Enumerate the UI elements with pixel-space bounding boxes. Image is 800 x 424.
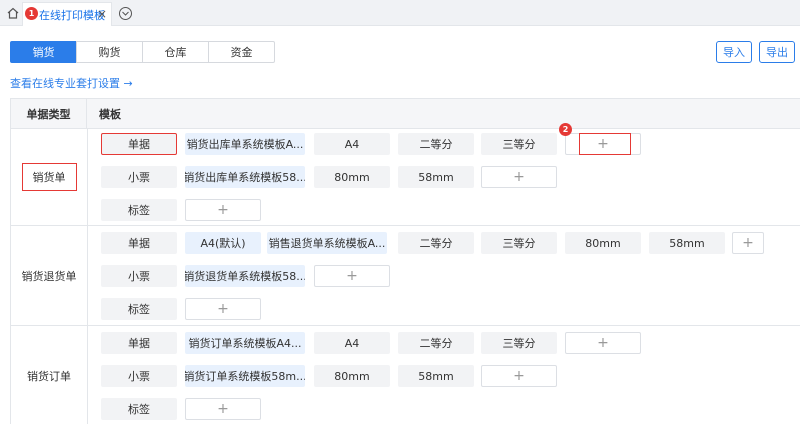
step-badge-2: 2 — [559, 123, 572, 136]
row-type-label: 小票 — [101, 166, 177, 188]
template-chip[interactable]: 三等分 — [481, 332, 557, 354]
chevron-down-circle-icon[interactable] — [119, 7, 132, 20]
tab-label: 在线打印模板 — [39, 8, 105, 22]
add-template-button[interactable]: + — [481, 166, 557, 188]
add-template-button[interactable]: + — [481, 365, 557, 387]
template-chip[interactable]: 销货出库单系统模板A... — [185, 133, 305, 155]
add-template-button[interactable]: + — [565, 332, 641, 354]
template-chip[interactable]: 二等分 — [398, 232, 474, 254]
home-icon[interactable] — [4, 4, 22, 22]
template-grid: 单据类型 模板 销货单 销货退货单 销货订单 单据 销货出库单系统模板A... … — [10, 98, 800, 424]
pro-print-settings-link[interactable]: 查看在线专业套打设置 → — [10, 75, 133, 91]
row-type-label: 小票 — [101, 365, 177, 387]
add-template-button[interactable]: + — [565, 133, 641, 155]
row-type-label: 单据 — [101, 332, 177, 354]
divider — [11, 325, 800, 326]
template-chip[interactable]: 销售退货单系统模板A... — [267, 232, 387, 254]
section-label-sales-order: 销货单 — [11, 129, 87, 225]
add-template-button[interactable]: + — [185, 298, 261, 320]
template-chip[interactable]: A4 — [314, 332, 390, 354]
section-label-text: 销货退货单 — [21, 269, 77, 283]
template-chip[interactable]: 80mm — [314, 166, 390, 188]
template-chip[interactable]: 80mm — [314, 365, 390, 387]
export-button[interactable]: 导出 — [759, 41, 795, 63]
template-chip[interactable]: 80mm — [565, 232, 641, 254]
page-tabbar: 在线打印模板 × 1 — [0, 0, 800, 26]
template-chip[interactable]: 销货订单系统模板A4... — [185, 332, 305, 354]
section-label-text: 销货单 — [21, 163, 77, 191]
tab-purchase[interactable]: 购货 — [76, 41, 143, 63]
module-tabs: 销货 购货 仓库 资金 — [10, 41, 275, 63]
section-label-sales-booking: 销货订单 — [11, 326, 87, 424]
divider — [87, 129, 88, 424]
add-template-button[interactable]: + — [185, 199, 261, 221]
add-template-button[interactable]: + — [732, 232, 764, 254]
template-chip[interactable]: 58mm — [398, 365, 474, 387]
add-template-button[interactable]: + — [185, 398, 261, 420]
tab-sales[interactable]: 销货 — [10, 41, 77, 63]
tab-funds[interactable]: 资金 — [208, 41, 275, 63]
template-chip[interactable]: 58mm — [649, 232, 725, 254]
divider — [11, 225, 800, 226]
grid-header: 单据类型 模板 — [11, 99, 800, 129]
row-type-label: 单据 — [101, 133, 177, 155]
section-label-text: 销货订单 — [27, 369, 71, 383]
template-chip[interactable]: 销货退货单系统模板58... — [185, 265, 305, 287]
template-chip[interactable]: 三等分 — [481, 133, 557, 155]
row-type-label: 单据 — [101, 232, 177, 254]
import-button[interactable]: 导入 — [716, 41, 752, 63]
template-chip[interactable]: 二等分 — [398, 133, 474, 155]
template-chip[interactable]: 销货出库单系统模板58... — [185, 166, 305, 188]
row-type-label: 标签 — [101, 298, 177, 320]
step-badge-1: 1 — [25, 7, 38, 20]
header-doc-type: 单据类型 — [11, 99, 87, 129]
template-chip[interactable]: 三等分 — [481, 232, 557, 254]
tab-warehouse[interactable]: 仓库 — [142, 41, 209, 63]
row-type-label: 标签 — [101, 199, 177, 221]
template-chip[interactable]: 销货订单系统模板58m... — [185, 365, 305, 387]
template-chip[interactable]: 二等分 — [398, 332, 474, 354]
template-chip[interactable]: A4(默认) — [185, 232, 261, 254]
header-template: 模板 — [99, 108, 121, 121]
row-type-label: 标签 — [101, 398, 177, 420]
template-chip[interactable]: A4 — [314, 133, 390, 155]
section-label-sales-return: 销货退货单 — [11, 226, 87, 325]
close-icon[interactable]: × — [97, 7, 107, 21]
add-template-button[interactable]: + — [314, 265, 390, 287]
row-type-label: 小票 — [101, 265, 177, 287]
template-chip[interactable]: 58mm — [398, 166, 474, 188]
